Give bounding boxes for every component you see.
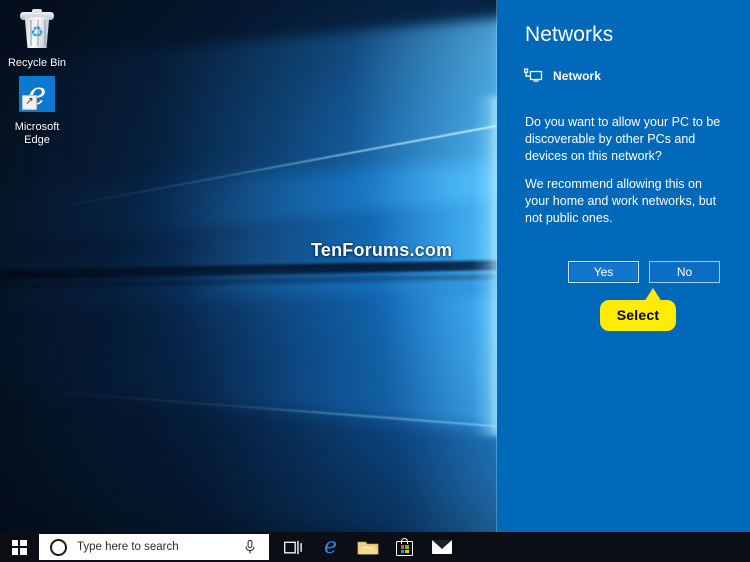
- start-button[interactable]: [0, 532, 38, 562]
- wallpaper-vignette: [0, 0, 497, 532]
- networks-button-row: Yes No: [568, 261, 720, 283]
- desktop-icon-label-line1: Microsoft: [14, 121, 60, 133]
- folder-icon: [357, 541, 378, 554]
- shortcut-arrow-icon: ↗: [22, 95, 37, 110]
- taskbar-item-microsoft-store[interactable]: [386, 532, 423, 562]
- windows-logo-icon: [11, 539, 27, 555]
- wallpaper-right-edge-glow: [473, 95, 497, 437]
- cortana-circle-icon: [50, 538, 67, 556]
- edge-icon: e ↗: [14, 72, 60, 118]
- taskbar-item-file-explorer[interactable]: [349, 532, 386, 562]
- store-bag-icon: [396, 538, 413, 556]
- taskbar: Type here to search e: [0, 532, 750, 562]
- yes-button[interactable]: Yes: [568, 261, 639, 283]
- no-button[interactable]: No: [649, 261, 720, 283]
- desktop-wallpaper[interactable]: ♻ Recycle Bin e ↗ Microsoft Edge: [0, 0, 497, 532]
- desktop-icon-label: Recycle Bin: [7, 57, 67, 69]
- desktop-icon-recycle-bin[interactable]: ♻ Recycle Bin: [0, 8, 74, 70]
- network-name-label: Network: [553, 69, 602, 83]
- taskbar-item-task-view[interactable]: [275, 532, 312, 562]
- network-pc-icon: [523, 68, 543, 82]
- search-placeholder-text: Type here to search: [77, 541, 179, 553]
- microphone-icon[interactable]: [242, 539, 258, 555]
- networks-question-text: Do you want to allow your PC to be disco…: [525, 115, 721, 163]
- networks-recommendation-text: We recommend allowing this on your home …: [525, 177, 717, 225]
- networks-panel-title: Networks: [525, 23, 614, 46]
- taskbar-item-mail[interactable]: [423, 532, 460, 562]
- task-view-icon: [284, 540, 302, 554]
- networks-flyout-panel: Networks Network Do you want to allow yo…: [497, 0, 750, 532]
- desktop-icon-microsoft-edge[interactable]: e ↗ Microsoft Edge: [0, 72, 74, 147]
- taskbar-item-edge[interactable]: e: [312, 532, 349, 562]
- search-input[interactable]: Type here to search: [39, 534, 269, 560]
- edge-icon: e: [323, 534, 338, 559]
- desktop-icon-label-line2: Edge: [24, 134, 50, 146]
- recycle-bin-icon: ♻: [14, 8, 60, 54]
- mail-envelope-icon: [431, 540, 452, 554]
- network-list-item[interactable]: Network: [523, 67, 601, 85]
- windows-desktop-screen: ♻ Recycle Bin e ↗ Microsoft Edge TenForu…: [0, 0, 750, 562]
